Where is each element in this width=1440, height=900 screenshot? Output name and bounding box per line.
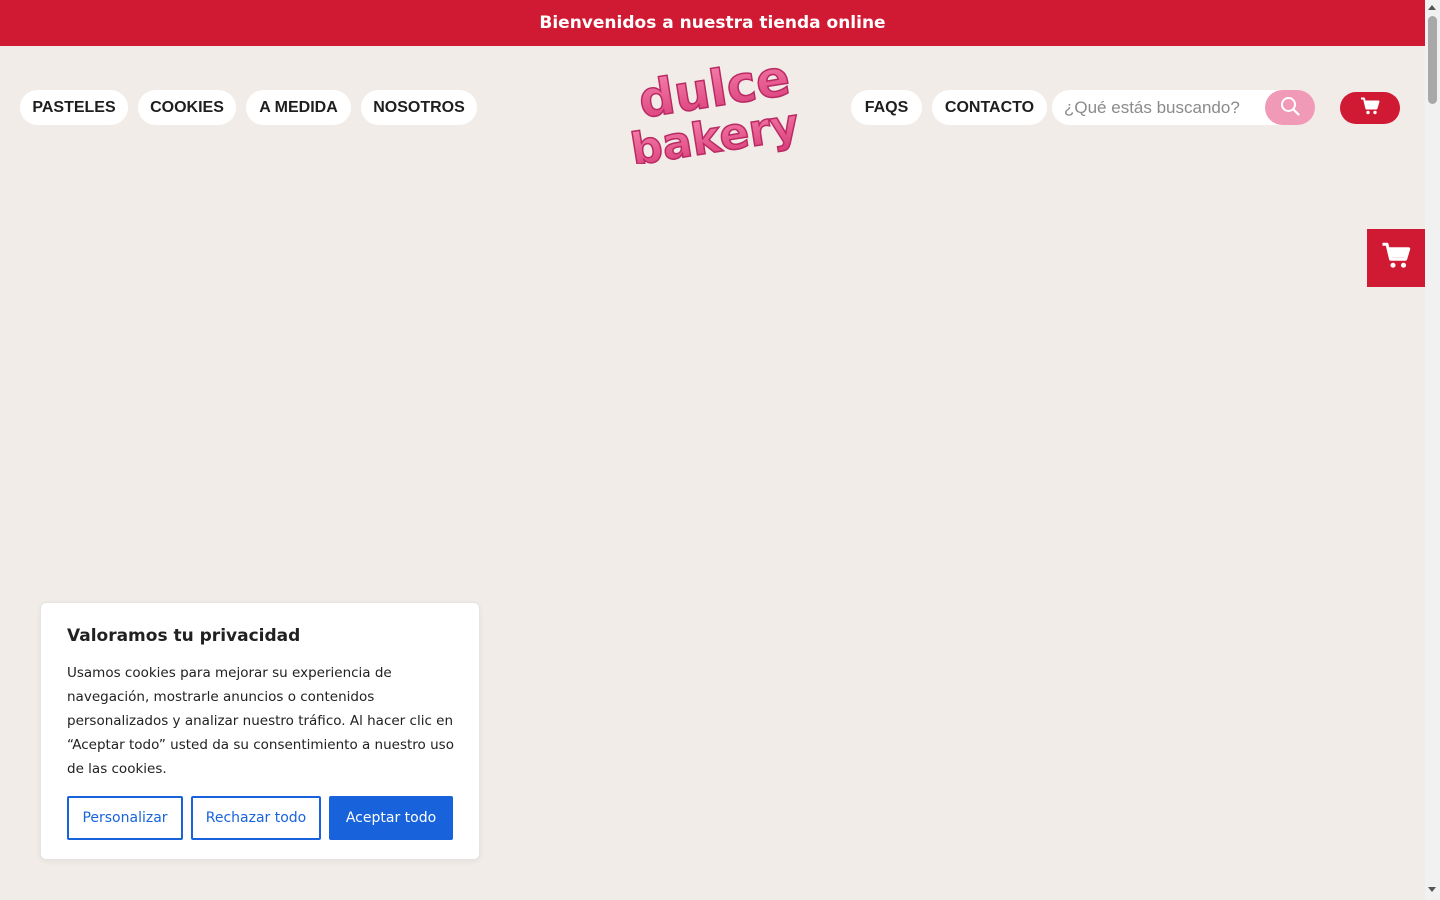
scroll-down-arrow-icon[interactable]	[1428, 887, 1436, 892]
search-input[interactable]	[1052, 90, 1266, 125]
search-button[interactable]	[1265, 90, 1315, 125]
nav-item-a-medida[interactable]: A MEDIDA	[246, 90, 351, 125]
customize-button[interactable]: Personalizar	[67, 796, 183, 840]
reject-all-button[interactable]: Rechazar todo	[191, 796, 321, 840]
nav-item-faqs[interactable]: FAQS	[851, 90, 922, 125]
cart-icon	[1381, 242, 1411, 274]
search-icon	[1280, 96, 1300, 119]
nav-item-nosotros[interactable]: NOSOTROS	[361, 90, 477, 125]
accept-all-button[interactable]: Aceptar todo	[329, 796, 453, 840]
announcement-text: Bienvenidos a nuestra tienda online	[539, 13, 886, 33]
cookie-consent-banner: Valoramos tu privacidad Usamos cookies p…	[40, 602, 480, 860]
nav-item-pasteles[interactable]: PASTELES	[20, 90, 128, 125]
page-scrollbar[interactable]	[1425, 0, 1440, 900]
header-cart-button[interactable]	[1340, 92, 1400, 124]
cookie-banner-text: Usamos cookies para mejorar su experienc…	[67, 665, 454, 777]
scroll-up-arrow-icon[interactable]	[1428, 5, 1436, 10]
cart-icon	[1360, 97, 1380, 120]
nav-item-contacto[interactable]: CONTACTO	[932, 90, 1047, 125]
nav-item-cookies[interactable]: COOKIES	[138, 90, 236, 125]
search-bar	[1052, 90, 1315, 125]
scrollbar-thumb[interactable]	[1428, 16, 1437, 104]
floating-cart-button[interactable]	[1367, 229, 1425, 287]
brand-logo[interactable]: dulce bakery	[622, 48, 804, 177]
cookie-banner-title: Valoramos tu privacidad	[67, 626, 301, 646]
announcement-bar: Bienvenidos a nuestra tienda online	[0, 0, 1425, 46]
